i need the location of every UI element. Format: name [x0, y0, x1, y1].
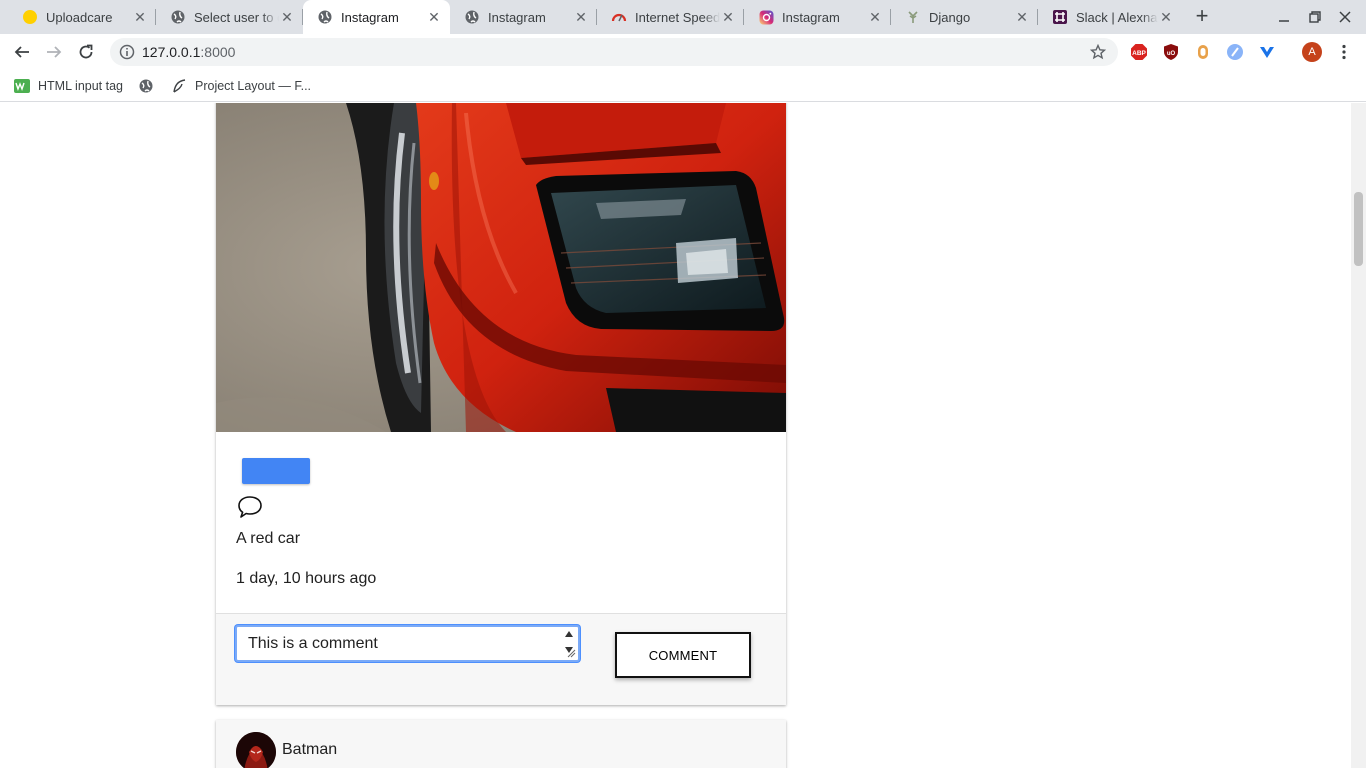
tab-title: Slack | Alexnader	[1076, 9, 1158, 25]
close-icon[interactable]: ✕	[1158, 9, 1174, 25]
tab-title: Django	[929, 9, 971, 25]
like-button[interactable]	[242, 458, 310, 484]
ublock-icon[interactable]: uO	[1160, 41, 1182, 63]
reload-icon	[79, 44, 93, 59]
django-icon	[905, 9, 921, 25]
forward-button[interactable]	[40, 38, 68, 66]
tab-title: Instagram	[341, 9, 399, 25]
extension-icon[interactable]	[1256, 41, 1278, 63]
comment-input-value: This is a comment	[248, 635, 378, 652]
post-card: A red car 1 day, 10 hours ago This is a …	[216, 103, 786, 705]
comment-icon[interactable]	[236, 493, 264, 521]
bookmark-html-input-tag[interactable]: HTML input tag	[14, 76, 123, 96]
globe-icon	[138, 78, 154, 94]
tab-instagram-2[interactable]: Instagram ✕	[744, 0, 891, 34]
svg-text:uO: uO	[1167, 51, 1176, 57]
post-card-next: Batman	[216, 720, 786, 768]
close-icon[interactable]: ✕	[720, 9, 736, 25]
back-arrow-icon	[14, 46, 29, 58]
back-button[interactable]	[8, 38, 36, 66]
comment-form: This is a comment COMMENT	[216, 613, 786, 705]
url-port: :8000	[200, 44, 236, 60]
globe-icon	[464, 9, 480, 25]
close-icon[interactable]: ✕	[867, 9, 883, 25]
tab-instagram-active[interactable]: Instagram ✕	[303, 0, 450, 34]
tab-instagram[interactable]: Instagram ✕	[450, 0, 597, 34]
uploadcare-icon	[22, 9, 38, 25]
tab-title: Select user to change	[194, 9, 279, 25]
globe-icon	[317, 9, 333, 25]
globe-icon	[170, 9, 186, 25]
adblock-plus-icon[interactable]: ABP	[1128, 41, 1150, 63]
url-text: 127.0.0.1:8000	[142, 44, 235, 60]
post-timestamp: 1 day, 10 hours ago	[236, 570, 377, 587]
page-scrollbar[interactable]	[1351, 103, 1366, 768]
close-icon[interactable]: ✕	[279, 9, 295, 25]
forward-arrow-icon	[47, 46, 62, 58]
close-window-button[interactable]	[1329, 0, 1361, 34]
spinner-up-icon[interactable]	[565, 631, 573, 637]
tab-slack[interactable]: Slack | Alexnader ✕	[1038, 0, 1182, 34]
minimize-button[interactable]	[1268, 0, 1300, 34]
address-bar[interactable]: 127.0.0.1:8000	[110, 38, 1118, 66]
tab-strip: Uploadcare ✕ Select user to change ✕ Ins…	[0, 0, 1366, 34]
post-username[interactable]: Batman	[282, 741, 337, 759]
bookmark-globe[interactable]	[138, 76, 162, 96]
svg-text:ABP: ABP	[1132, 50, 1146, 57]
profile-initial: A	[1302, 42, 1322, 62]
close-icon[interactable]: ✕	[1014, 9, 1030, 25]
bookmark-project-layout[interactable]: Project Layout — F...	[171, 76, 311, 96]
reload-button[interactable]	[72, 38, 100, 66]
user-avatar[interactable]	[236, 732, 276, 768]
close-icon[interactable]: ✕	[132, 9, 148, 25]
restore-icon	[1309, 11, 1321, 23]
new-tab-button[interactable]: +	[1190, 5, 1214, 29]
comment-input[interactable]: This is a comment	[235, 625, 580, 662]
bookmarks-bar: HTML input tag Project Layout — F...	[0, 70, 1366, 102]
post-image	[216, 103, 786, 432]
tab-speed-test[interactable]: Internet Speed Test ✕	[597, 0, 744, 34]
w3-icon	[14, 78, 30, 94]
slack-icon	[1052, 9, 1068, 25]
kebab-menu-icon	[1342, 44, 1346, 60]
tab-title: Internet Speed Test	[635, 9, 720, 25]
profile-avatar[interactable]: A	[1301, 41, 1323, 63]
page-viewport: A red car 1 day, 10 hours ago This is a …	[0, 103, 1366, 768]
resize-grip-icon[interactable]	[567, 649, 576, 658]
bookmark-label: Project Layout — F...	[195, 79, 312, 93]
tab-title: Instagram	[782, 9, 840, 25]
tab-title: Uploadcare	[46, 9, 113, 25]
restore-button[interactable]	[1299, 0, 1331, 34]
instagram-icon	[758, 9, 774, 25]
extension-icon[interactable]	[1192, 41, 1214, 63]
star-icon[interactable]	[1090, 44, 1106, 60]
browser-toolbar: 127.0.0.1:8000 ABP uO A	[0, 34, 1366, 70]
speedometer-icon	[611, 9, 627, 25]
tab-title: Instagram	[488, 9, 546, 25]
info-icon[interactable]	[119, 44, 135, 60]
close-window-icon	[1339, 11, 1351, 23]
close-icon[interactable]: ✕	[426, 9, 442, 25]
close-icon[interactable]: ✕	[573, 9, 589, 25]
comment-submit-button[interactable]: COMMENT	[615, 632, 751, 678]
minimize-icon	[1279, 20, 1289, 22]
url-host: 127.0.0.1	[142, 44, 201, 60]
feather-icon	[171, 78, 187, 94]
menu-button[interactable]	[1333, 41, 1355, 63]
tab-uploadcare[interactable]: Uploadcare ✕	[8, 0, 156, 34]
post-caption: A red car	[236, 530, 301, 547]
tab-select-user[interactable]: Select user to change ✕	[156, 0, 303, 34]
extension-icon[interactable]	[1224, 41, 1246, 63]
scrollbar-thumb[interactable]	[1354, 192, 1363, 266]
bookmark-label: HTML input tag	[38, 79, 123, 93]
tab-django[interactable]: Django ✕	[891, 0, 1038, 34]
